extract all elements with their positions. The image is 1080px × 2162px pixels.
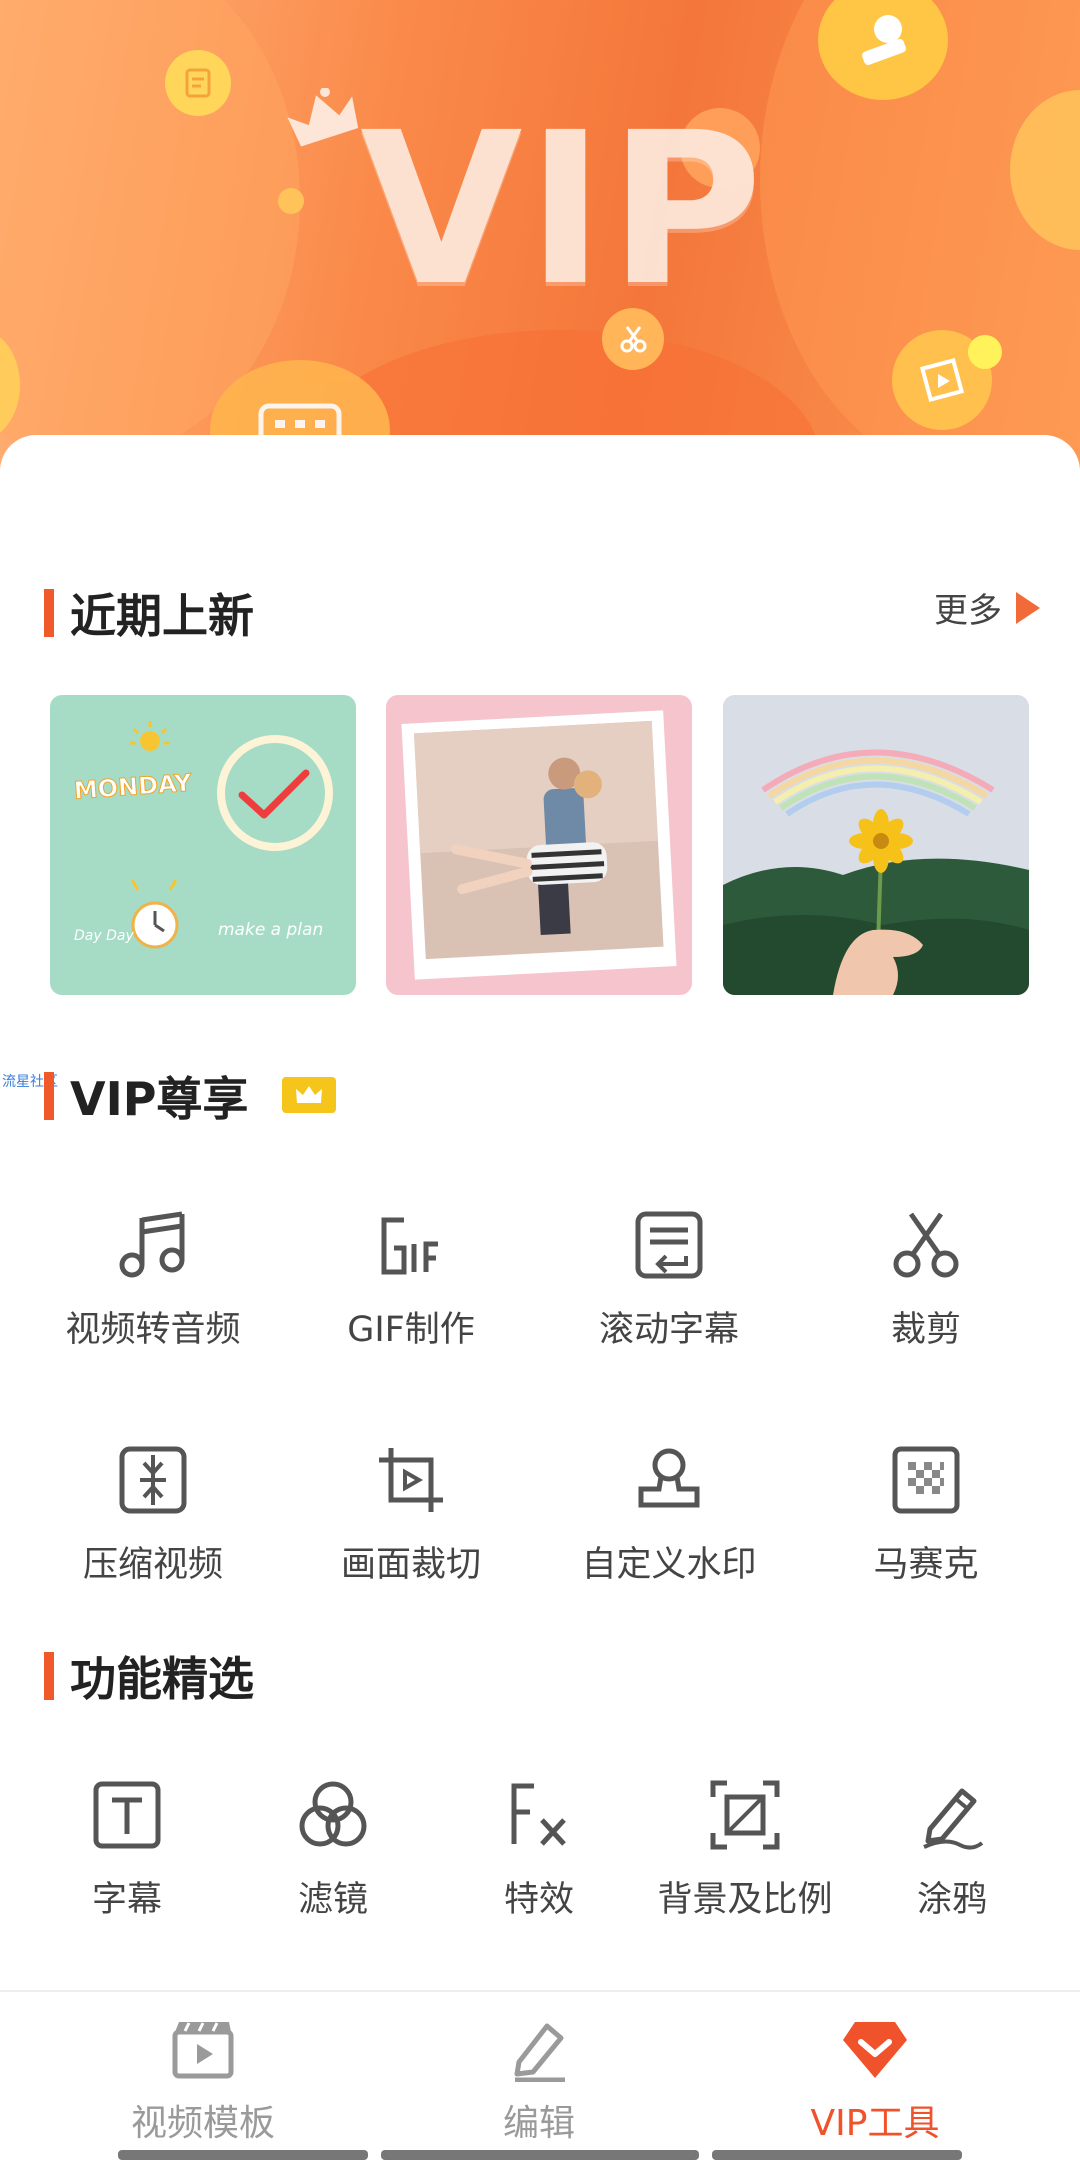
tool-label: 裁剪	[890, 1310, 961, 1350]
tool-label: 画面裁切	[340, 1545, 481, 1585]
tool-frame-crop[interactable]: 画面裁切	[291, 1440, 531, 1587]
gesture-bar	[118, 2150, 368, 2160]
filter-icon	[293, 1775, 373, 1855]
edit-icon	[507, 2018, 571, 2086]
template-thumbnail-monday[interactable]: MONDAY Day Day make a plan	[50, 695, 356, 995]
feature-label: 字幕	[91, 1880, 162, 1920]
feature-doodle[interactable]: 涂鸦	[832, 1775, 1072, 1922]
tool-video-to-audio[interactable]: 视频转音频	[33, 1205, 273, 1352]
gif-icon	[371, 1205, 451, 1285]
tool-gif-maker[interactable]: GIF制作	[291, 1205, 531, 1352]
template-thumbnail-rainbow[interactable]	[723, 695, 1029, 995]
tool-label: 自定义水印	[581, 1545, 757, 1585]
feature-effects[interactable]: 特效	[419, 1775, 659, 1922]
nav-item-video-template[interactable]: 视频模板	[53, 2018, 353, 2146]
vip-banner[interactable]: VIP	[0, 0, 1080, 470]
features-section-title: 功能精选	[70, 1652, 254, 1706]
tool-label: 滚动字幕	[598, 1310, 739, 1350]
tool-mosaic[interactable]: 马赛克	[806, 1440, 1046, 1587]
section-accent-bar	[44, 589, 54, 637]
feature-label: 背景及比例	[657, 1880, 833, 1920]
monday-text: MONDAY	[73, 769, 193, 805]
recent-section-header: 近期上新	[44, 585, 254, 643]
monday-illustration: MONDAY Day Day make a plan	[72, 721, 333, 949]
section-accent-bar	[44, 1652, 54, 1700]
doc-deco-icon	[165, 50, 231, 116]
deco-dot	[278, 188, 304, 214]
features-section-header: 功能精选	[44, 1648, 254, 1706]
crown-badge-icon	[282, 1077, 336, 1113]
crown-icon	[287, 88, 359, 147]
tool-custom-watermark[interactable]: 自定义水印	[549, 1440, 789, 1587]
crop-icon	[371, 1440, 451, 1520]
more-label: 更多	[934, 591, 1002, 631]
feature-caption[interactable]: 字幕	[7, 1775, 247, 1922]
feature-label: 涂鸦	[916, 1880, 987, 1920]
nav-item-edit[interactable]: 编辑	[389, 2018, 689, 2146]
effects-icon	[499, 1775, 579, 1855]
banner-title: VIP	[360, 87, 767, 332]
section-accent-bar	[44, 1072, 54, 1120]
stamp-icon	[629, 1440, 709, 1520]
compress-icon	[113, 1440, 193, 1520]
vip-tool-icon	[841, 2018, 909, 2086]
tool-label: 视频转音频	[65, 1310, 241, 1350]
gesture-bar	[381, 2150, 699, 2160]
tool-label: GIF制作	[347, 1310, 475, 1350]
aspect-ratio-icon	[705, 1775, 785, 1855]
deco-dot	[968, 335, 1002, 369]
tool-label: 马赛克	[873, 1545, 979, 1585]
vip-section-header: VIP尊享	[44, 1068, 248, 1126]
template-thumbnail-couple[interactable]	[386, 695, 692, 995]
nav-item-vip-tools[interactable]: VIP工具	[725, 2018, 1025, 2146]
music-note-icon	[113, 1205, 193, 1285]
arrow-right-icon	[1016, 591, 1040, 624]
recent-section-title: 近期上新	[70, 589, 254, 643]
nav-label: 编辑	[502, 2103, 575, 2144]
feature-background-ratio[interactable]: 背景及比例	[625, 1775, 865, 1922]
pen-icon	[912, 1775, 992, 1855]
nav-label: VIP工具	[810, 2103, 940, 2144]
vip-section-title: VIP尊享	[70, 1072, 249, 1126]
tool-label: 压缩视频	[82, 1545, 223, 1585]
tool-compress-video[interactable]: 压缩视频	[33, 1440, 273, 1587]
dayday-text: Day Day	[74, 928, 134, 944]
text-icon	[87, 1775, 167, 1855]
make-a-plan-text: make a plan	[218, 920, 323, 940]
nav-label: 视频模板	[130, 2103, 275, 2144]
feature-filter[interactable]: 滤镜	[213, 1775, 453, 1922]
bottom-nav: 视频模板 编辑 VIP工具	[0, 1990, 1080, 2162]
tool-scroll-caption[interactable]: 滚动字幕	[549, 1205, 789, 1352]
feature-label: 滤镜	[297, 1880, 368, 1920]
gesture-bar	[712, 2150, 962, 2160]
scroll-caption-icon	[629, 1205, 709, 1285]
tool-cut[interactable]: 裁剪	[806, 1205, 1046, 1352]
feature-label: 特效	[503, 1880, 574, 1920]
more-button[interactable]: 更多	[934, 583, 1040, 632]
video-template-icon	[171, 2018, 235, 2086]
mosaic-icon	[886, 1440, 966, 1520]
couple-photo-illustration	[401, 710, 677, 980]
rainbow-flower-illustration	[723, 695, 1029, 995]
scissors-icon	[886, 1205, 966, 1285]
